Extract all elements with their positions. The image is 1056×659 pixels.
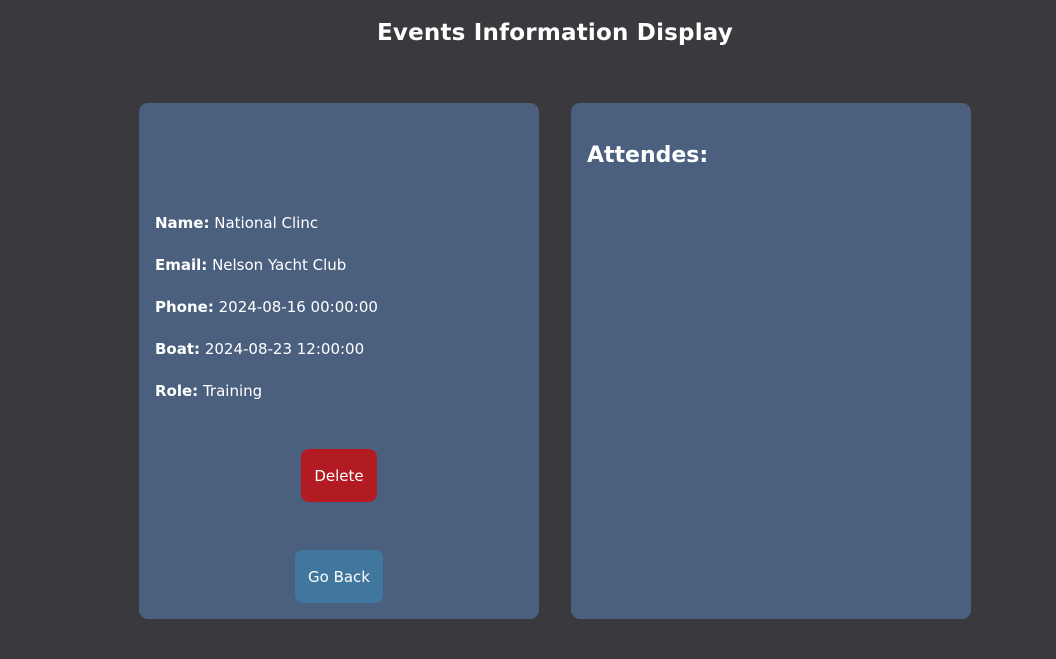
attendees-card: Attendes: (571, 103, 971, 619)
delete-button[interactable]: Delete (301, 449, 377, 502)
phone-label: Phone: (155, 298, 214, 316)
detail-phone: Phone: 2024-08-16 00:00:00 (155, 297, 378, 339)
event-details: Name: National Clinc Email: Nelson Yacht… (155, 213, 378, 423)
detail-email: Email: Nelson Yacht Club (155, 255, 378, 297)
attendees-heading: Attendes: (587, 143, 709, 168)
name-label: Name: (155, 214, 210, 232)
event-details-card: Name: National Clinc Email: Nelson Yacht… (139, 103, 539, 619)
boat-value: 2024-08-23 12:00:00 (204, 340, 365, 358)
role-label: Role: (155, 382, 199, 400)
boat-label: Boat: (155, 340, 201, 358)
phone-value: 2024-08-16 00:00:00 (218, 298, 378, 316)
email-value: Nelson Yacht Club (212, 256, 347, 274)
name-value: National Clinc (214, 214, 319, 232)
detail-role: Role: Training (155, 381, 378, 423)
role-value: Training (202, 382, 263, 400)
go-back-button[interactable]: Go Back (295, 550, 383, 603)
page-title: Events Information Display (376, 20, 734, 46)
detail-name: Name: National Clinc (155, 213, 378, 255)
detail-boat: Boat: 2024-08-23 12:00:00 (155, 339, 378, 381)
email-label: Email: (155, 256, 208, 274)
